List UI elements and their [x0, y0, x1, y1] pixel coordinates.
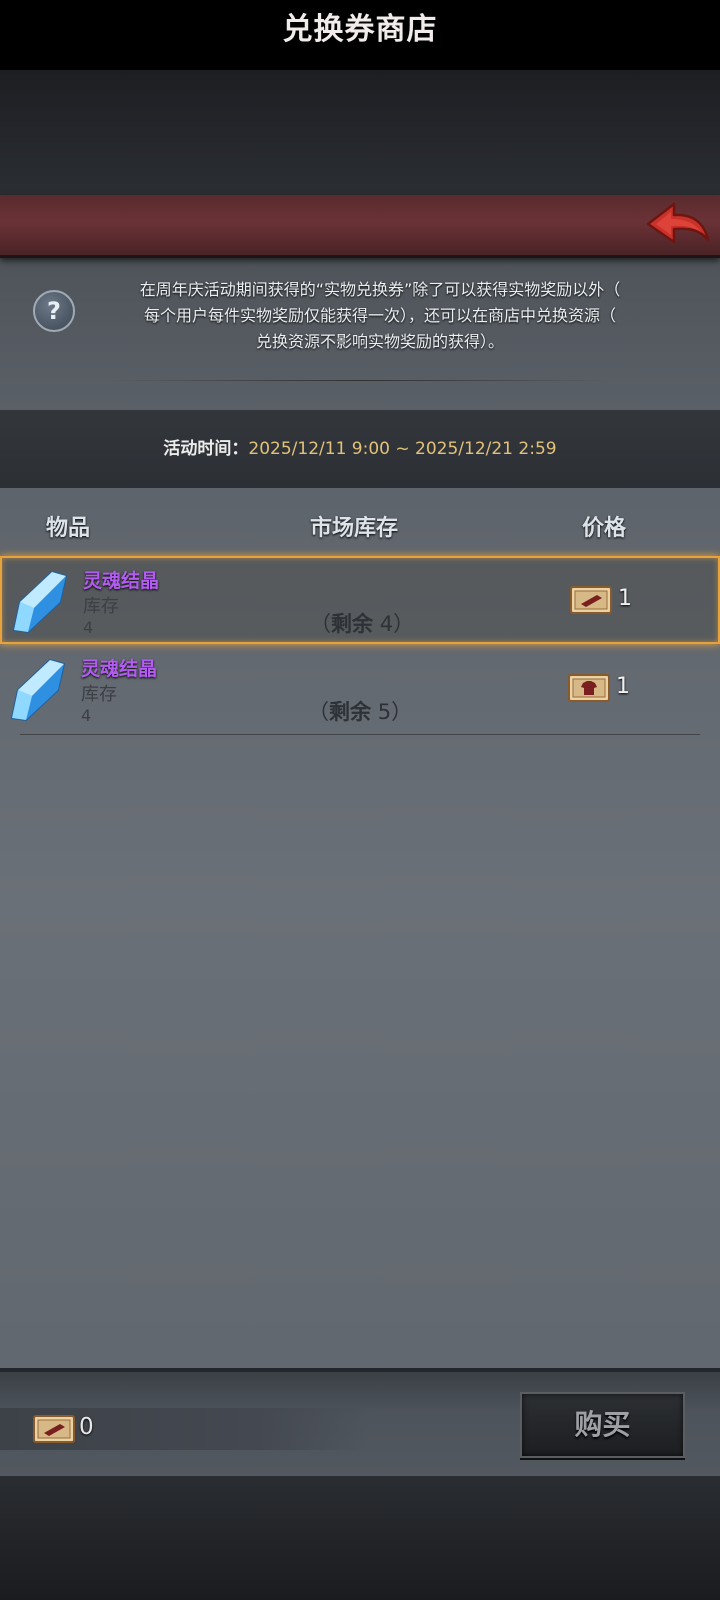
column-header-stock: 市场库存	[310, 516, 399, 541]
background-top	[0, 70, 720, 195]
paren-open: （	[310, 612, 331, 636]
column-header-price: 价格	[582, 516, 627, 541]
shop-item-row[interactable]: 灵魂结晶 库存 4 （剩余 4） 1	[0, 556, 720, 644]
event-description: 在周年庆活动期间获得的“实物兑换券”除了可以获得实物奖励以外（ 每个用户每件实物…	[80, 277, 680, 355]
event-description-line: 每个用户每件实物奖励仅能获得一次），还可以在商店中兑换资源（	[143, 306, 616, 325]
background-bottom	[0, 1475, 720, 1600]
event-description-line: 兑换资源不影响实物奖励的获得）。	[255, 332, 504, 351]
soul-crystal-icon	[10, 658, 66, 722]
item-stock-value: 4	[81, 706, 92, 725]
event-description-line: 在周年庆活动期间获得的“实物兑换券”除了可以获得实物奖励以外（	[139, 280, 621, 299]
item-name: 灵魂结晶	[83, 570, 160, 592]
event-time-label: 活动时间：	[163, 439, 249, 459]
back-button[interactable]	[644, 198, 712, 252]
voucher-ticket-icon	[570, 586, 612, 614]
shop-item-row[interactable]: 灵魂结晶 库存 4 （剩余 5） 1	[0, 646, 720, 735]
help-icon[interactable]: ?	[33, 290, 75, 332]
back-arrow-icon	[646, 202, 710, 244]
voucher-ticket-icon	[33, 1415, 75, 1443]
page-title: 兑换券商店	[282, 12, 438, 47]
item-stock-value: 4	[83, 618, 94, 637]
item-name: 灵魂结晶	[81, 658, 158, 680]
voucher-shirt-ticket-icon	[568, 674, 610, 702]
shop-panel	[0, 195, 720, 1475]
item-stock-label: 库存	[83, 596, 119, 617]
item-stock-label: 库存	[81, 684, 117, 705]
paren-close: ）	[393, 612, 415, 636]
remaining-label: 剩余	[331, 612, 373, 636]
item-price: 1	[618, 586, 632, 611]
event-time: 活动时间：2025/12/11 9:00 ~ 2025/12/21 2:59	[0, 410, 720, 488]
event-time-value: 2025/12/11 9:00 ~ 2025/12/21 2:59	[248, 439, 557, 459]
column-header-item: 物品	[46, 516, 91, 541]
paren-open: （	[308, 700, 329, 724]
soul-crystal-icon	[12, 570, 68, 634]
voucher-balance: 0	[79, 1414, 94, 1440]
remaining-value: 5	[377, 700, 392, 724]
item-price: 1	[616, 674, 630, 699]
market-remaining: （剩余 5）	[308, 696, 412, 726]
divider	[110, 380, 610, 381]
remaining-label: 剩余	[329, 700, 371, 724]
row-divider	[20, 734, 700, 735]
buy-button[interactable]: 购买	[520, 1392, 685, 1458]
market-remaining: （剩余 4）	[310, 608, 414, 638]
shop-header	[0, 195, 720, 258]
paren-close: ）	[391, 700, 413, 724]
remaining-value: 4	[379, 612, 394, 636]
